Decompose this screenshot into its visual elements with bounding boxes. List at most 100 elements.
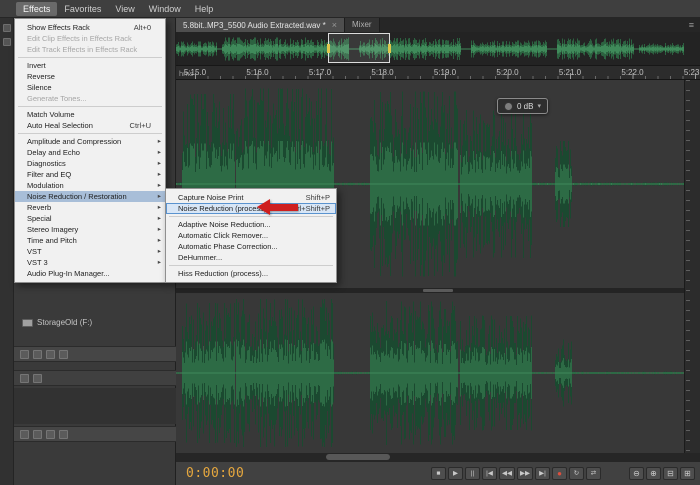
rewind-button[interactable]: ◀◀ — [499, 467, 515, 480]
delete-icon[interactable] — [46, 430, 55, 439]
menu-separator — [18, 133, 162, 134]
submenu-arrow-icon: ▸ — [158, 235, 161, 246]
horizontal-scrollbar-thumb[interactable] — [326, 454, 390, 460]
menu-item-hiss-reduction-process[interactable]: Hiss Reduction (process)... — [166, 268, 336, 279]
fast-forward-button[interactable]: ▶▶ — [517, 467, 533, 480]
menu-item-label: VST 3 — [27, 258, 48, 267]
menu-item-silence[interactable]: Silence — [15, 82, 165, 93]
menu-item-label: VST — [27, 247, 42, 256]
menu-separator — [18, 106, 162, 107]
menu-item-filter-and-eq[interactable]: Filter and EQ ▸ — [15, 169, 165, 180]
menu-item-automatic-click-remover[interactable]: Automatic Click Remover... — [166, 230, 336, 241]
menu-item-show-effects-rack[interactable]: Show Effects Rack Alt+0 — [15, 22, 165, 33]
overview-strip[interactable] — [176, 32, 700, 66]
amplitude-ruler — [684, 80, 700, 453]
overview-viewport[interactable] — [328, 33, 390, 63]
menu-item-invert[interactable]: Invert — [15, 60, 165, 71]
menu-item-delay-and-echo[interactable]: Delay and Echo▸ — [15, 147, 165, 158]
menu-separator — [18, 57, 162, 58]
menu-item-automatic-phase-correction[interactable]: Automatic Phase Correction... — [166, 241, 336, 252]
waveform-right-channel[interactable] — [176, 293, 684, 453]
play-button[interactable]: ▶ — [448, 467, 463, 480]
menu-item-label: Diagnostics — [27, 159, 66, 168]
submenu-arrow-icon: ▸ — [158, 158, 161, 169]
menu-item-label: Edit Track Effects in Effects Rack — [27, 45, 137, 54]
effects-rack-icon[interactable] — [20, 430, 29, 439]
stop-button[interactable]: ■ — [431, 467, 446, 480]
record-button[interactable]: ● — [552, 467, 567, 480]
menu-item-special[interactable]: Special▸ — [15, 213, 165, 224]
list-icon[interactable] — [20, 374, 29, 383]
menu-item-vst[interactable]: VST▸ — [15, 246, 165, 257]
menu-item-modulation[interactable]: Modulation▸ — [15, 180, 165, 191]
menu-item-adaptive-noise-reduction[interactable]: Adaptive Noise Reduction... — [166, 219, 336, 230]
move-next-button[interactable]: ▶| — [535, 467, 550, 480]
menu-item-dehummer[interactable]: DeHummer... — [166, 252, 336, 263]
panel-list-area — [14, 388, 176, 424]
volume-hud[interactable]: 0 dB ▾ — [497, 98, 548, 114]
red-arrow-annotation — [257, 199, 298, 215]
menu-item-generate-tones[interactable]: Generate Tones... — [15, 93, 165, 104]
dock-panel-icon[interactable] — [3, 38, 11, 46]
pause-button[interactable]: || — [465, 467, 480, 480]
menubar-item-favorites[interactable]: Favorites — [57, 2, 108, 16]
move-previous-button[interactable]: |◀ — [482, 467, 497, 480]
menu-item-edit-track-effects-in-effects-rack[interactable]: Edit Track Effects in Effects Rack — [15, 44, 165, 55]
menu-item-label: Generate Tones... — [27, 94, 86, 103]
menu-item-noise-reduction-process[interactable]: Noise Reduction (process)...Ctrl+Shift+P — [166, 203, 336, 214]
menu-item-noise-reduction-restoration[interactable]: Noise Reduction / Restoration▸ — [15, 191, 165, 202]
menu-item-reverb[interactable]: Reverb▸ — [15, 202, 165, 213]
refresh-icon[interactable] — [33, 350, 42, 359]
tab-editor-file[interactable]: 5.8bit..MP3_5500 Audio Extracted.wav * × — [176, 18, 345, 32]
menu-item-diagnostics[interactable]: Diagnostics ▸ — [15, 158, 165, 169]
filter-icon[interactable] — [33, 374, 42, 383]
loop-playback-button[interactable]: ↻ — [569, 467, 584, 480]
settings-icon[interactable] — [59, 350, 68, 359]
zoom-in-vertical-button[interactable]: ⊞ — [680, 467, 695, 480]
menubar-item-window[interactable]: Window — [142, 2, 188, 16]
zoom-out-horizontal-button[interactable]: ⊖ — [629, 467, 644, 480]
menu-item-stereo-imagery[interactable]: Stereo Imagery▸ — [15, 224, 165, 235]
menu-item-shortcut: Alt+0 — [134, 22, 151, 33]
transport-bar: 0:00:00 ■▶|||◀◀◀▶▶▶|●↻⇄ ⊖⊕⊟⊞ — [176, 461, 700, 485]
menu-item-label: Show Effects Rack — [27, 23, 90, 32]
adobe-audition-window: EffectsFavoritesViewWindowHelp StorageOl… — [0, 0, 700, 485]
zoom-in-horizontal-button[interactable]: ⊕ — [646, 467, 661, 480]
tab-label: 5.8bit..MP3_5500 Audio Extracted.wav * — [183, 21, 326, 30]
menu-item-amplitude-and-compression[interactable]: Amplitude and Compression▸ — [15, 136, 165, 147]
menu-item-vst-3[interactable]: VST 3▸ — [15, 257, 165, 268]
add-icon[interactable] — [33, 430, 42, 439]
skip-selection-button[interactable]: ⇄ — [586, 467, 601, 480]
panel-menu-icon[interactable]: ≡ — [689, 18, 700, 32]
drive-icon — [22, 319, 33, 327]
menu-item-audio-plug-in-manager[interactable]: Audio Plug-In Manager... — [15, 268, 165, 279]
volume-knob-icon[interactable] — [504, 102, 513, 111]
tab-mixer[interactable]: Mixer — [345, 18, 380, 32]
menubar-item-help[interactable]: Help — [188, 2, 221, 16]
timeline-ruler[interactable]: hms 5:15.05:16.05:17.05:18.05:19.05:20.0… — [176, 66, 700, 80]
menu-item-edit-clip-effects-in-effects-rack[interactable]: Edit Clip Effects in Effects Rack — [15, 33, 165, 44]
menu-item-label: Auto Heal Selection — [27, 121, 93, 130]
time-display: 0:00:00 — [186, 466, 244, 481]
menu-item-capture-noise-print[interactable]: Capture Noise PrintShift+P — [166, 192, 336, 203]
menu-item-label: Invert — [27, 61, 46, 70]
panel-options-icon[interactable] — [59, 430, 68, 439]
channel-divider-handle[interactable] — [423, 289, 453, 292]
menu-item-reverse[interactable]: Reverse — [15, 71, 165, 82]
menubar-item-view[interactable]: View — [108, 2, 141, 16]
files-panel-drive-item[interactable]: StorageOld (F:) — [22, 318, 92, 327]
view-mode-icon[interactable] — [46, 350, 55, 359]
menubar-item-effects[interactable]: Effects — [16, 2, 57, 16]
menu-item-auto-heal-selection[interactable]: Auto Heal SelectionCtrl+U — [15, 120, 165, 131]
zoom-out-vertical-button[interactable]: ⊟ — [663, 467, 678, 480]
submenu-arrow-icon: ▸ — [158, 169, 161, 180]
menu-item-match-volume[interactable]: Match Volume — [15, 109, 165, 120]
tab-close-icon[interactable]: × — [332, 20, 337, 30]
menu-item-label: Filter and EQ — [27, 170, 71, 179]
dock-panel-icon[interactable] — [3, 24, 11, 32]
menu-item-shortcut: Shift+P — [306, 192, 330, 203]
horizontal-scrollbar[interactable] — [176, 453, 700, 461]
menu-item-time-and-pitch[interactable]: Time and Pitch▸ — [15, 235, 165, 246]
folder-icon[interactable] — [20, 350, 29, 359]
hud-dropdown-icon[interactable]: ▾ — [537, 102, 541, 110]
